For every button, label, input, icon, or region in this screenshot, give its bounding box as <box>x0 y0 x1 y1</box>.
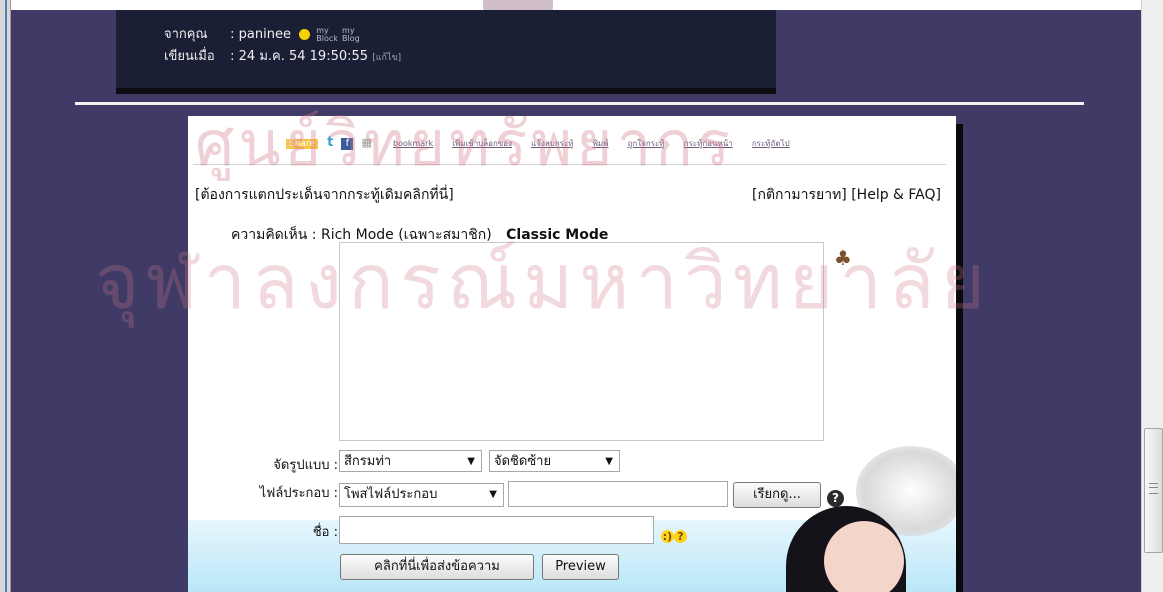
edit-link[interactable]: [แก้ไข] <box>372 53 401 63</box>
submit-button[interactable]: คลิกที่นี่เพื่อส่งข้อความ <box>340 554 534 580</box>
name-label: ชื่อ : <box>312 525 338 540</box>
top-strip <box>0 0 1163 10</box>
smile-icon <box>299 29 311 40</box>
vertical-scrollbar[interactable] <box>1141 0 1163 592</box>
help-faq-link[interactable]: [Help & FAQ] <box>851 187 941 203</box>
next-topic-link[interactable]: กระทู้ถัดไป <box>752 139 790 148</box>
post-date-row: เขียนเมื่อ : 24 ม.ค. 54 19:50:55 [แก้ไข] <box>164 45 401 66</box>
chevron-down-icon: ▼ <box>489 489 497 500</box>
align-select[interactable]: จัดชิดซ้าย ▼ <box>489 450 620 472</box>
left-window-border <box>0 0 11 592</box>
post-date: : 24 ม.ค. 54 19:50:55 <box>230 49 369 64</box>
emoticon-help-icon[interactable]: :)? <box>661 530 687 546</box>
my-blog-badge[interactable]: my Blog <box>342 26 360 43</box>
file-path-input[interactable] <box>508 481 728 507</box>
rules-links: [กติกามารยาท] [Help & FAQ] <box>752 184 941 206</box>
chevron-down-icon: ▼ <box>605 456 613 467</box>
watermark-text-line1: ศูนย์วิทยทรัพยากร <box>195 107 735 180</box>
preview-button[interactable]: Preview <box>542 554 619 580</box>
from-label: จากคุณ <box>164 27 208 42</box>
written-label: เขียนเมื่อ <box>164 49 215 64</box>
previous-post-footer: จากคุณ : paninee my Block my Blog เขียนเมื… <box>116 10 776 94</box>
my-block-badge[interactable]: my Block <box>316 26 338 43</box>
watermark-text-line2: จุฬาลงกรณ์มหาวิทยาลัย <box>95 237 992 326</box>
color-select[interactable]: สีกรมท่า ▼ <box>339 450 482 472</box>
post-author-row: จากคุณ : paninee my Block my Blog <box>164 23 360 44</box>
author-name[interactable]: : paninee <box>230 27 291 42</box>
name-input[interactable] <box>339 516 654 544</box>
attach-select[interactable]: โพสไฟล์ประกอบ ▼ <box>339 483 504 507</box>
rules-link[interactable]: [กติกามารยาท] <box>752 187 847 203</box>
scrollbar-thumb[interactable] <box>1144 428 1163 553</box>
grip-icon <box>1149 483 1158 494</box>
format-label: จัดรูปแบบ : <box>273 458 338 473</box>
decorative-girl-image <box>786 446 956 592</box>
attach-label: ไฟล์ประกอบ : <box>259 486 338 501</box>
chevron-down-icon: ▼ <box>467 456 475 467</box>
